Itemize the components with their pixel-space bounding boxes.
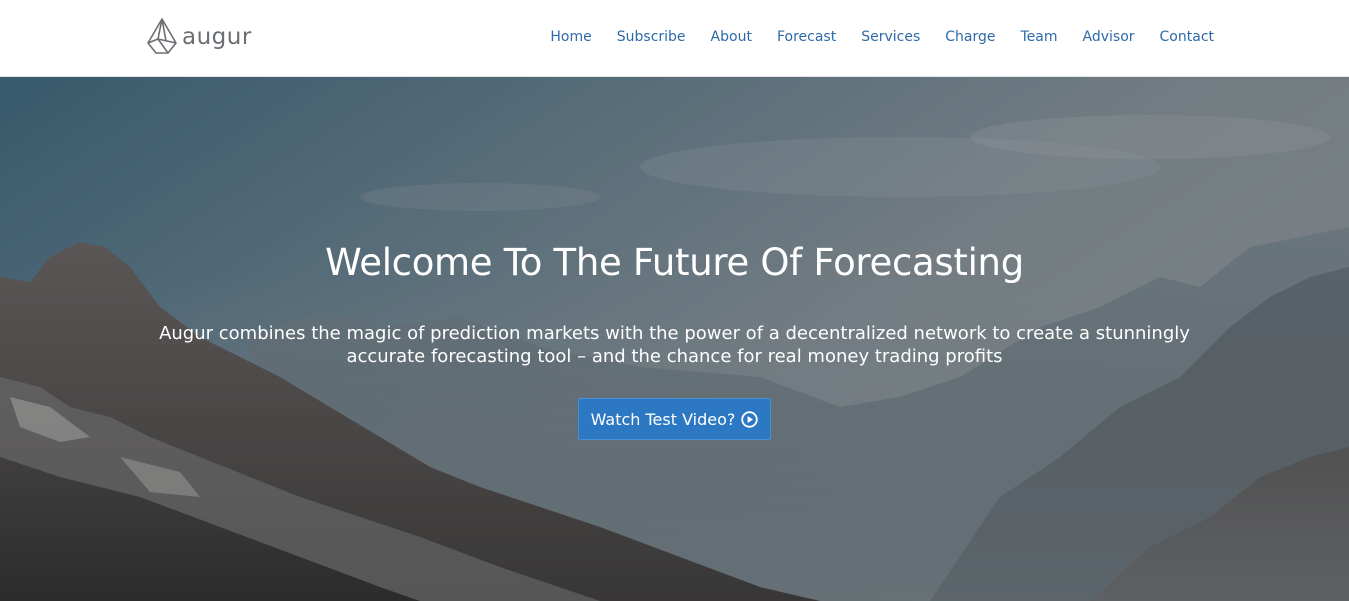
nav-subscribe[interactable]: Subscribe xyxy=(617,27,686,47)
watch-video-button[interactable]: Watch Test Video? xyxy=(578,398,771,440)
nav-home[interactable]: Home xyxy=(550,27,591,47)
hero-section: Welcome To The Future Of Forecasting Aug… xyxy=(0,77,1349,601)
hero-subtitle: Augur combines the magic of prediction m… xyxy=(159,323,1190,367)
logo-link[interactable]: augur xyxy=(146,17,252,55)
nav-services[interactable]: Services xyxy=(861,27,920,47)
logo-wordmark: augur xyxy=(182,23,252,50)
nav-contact[interactable]: Contact xyxy=(1160,27,1214,47)
main-nav: Home Subscribe About Forecast Services C… xyxy=(525,27,1214,47)
page: augur Home Subscribe About Forecast Serv… xyxy=(0,0,1349,601)
nav-team[interactable]: Team xyxy=(1021,27,1058,47)
augur-logo-icon xyxy=(147,18,177,54)
nav-advisor[interactable]: Advisor xyxy=(1083,27,1135,47)
nav-about[interactable]: About xyxy=(711,27,752,47)
site-header: augur Home Subscribe About Forecast Serv… xyxy=(0,0,1349,77)
nav-forecast[interactable]: Forecast xyxy=(777,27,836,47)
hero-title: Welcome To The Future Of Forecasting xyxy=(325,241,1024,284)
play-circle-icon xyxy=(741,410,759,428)
watch-video-button-label: Watch Test Video? xyxy=(590,409,736,429)
nav-charge[interactable]: Charge xyxy=(945,27,995,47)
